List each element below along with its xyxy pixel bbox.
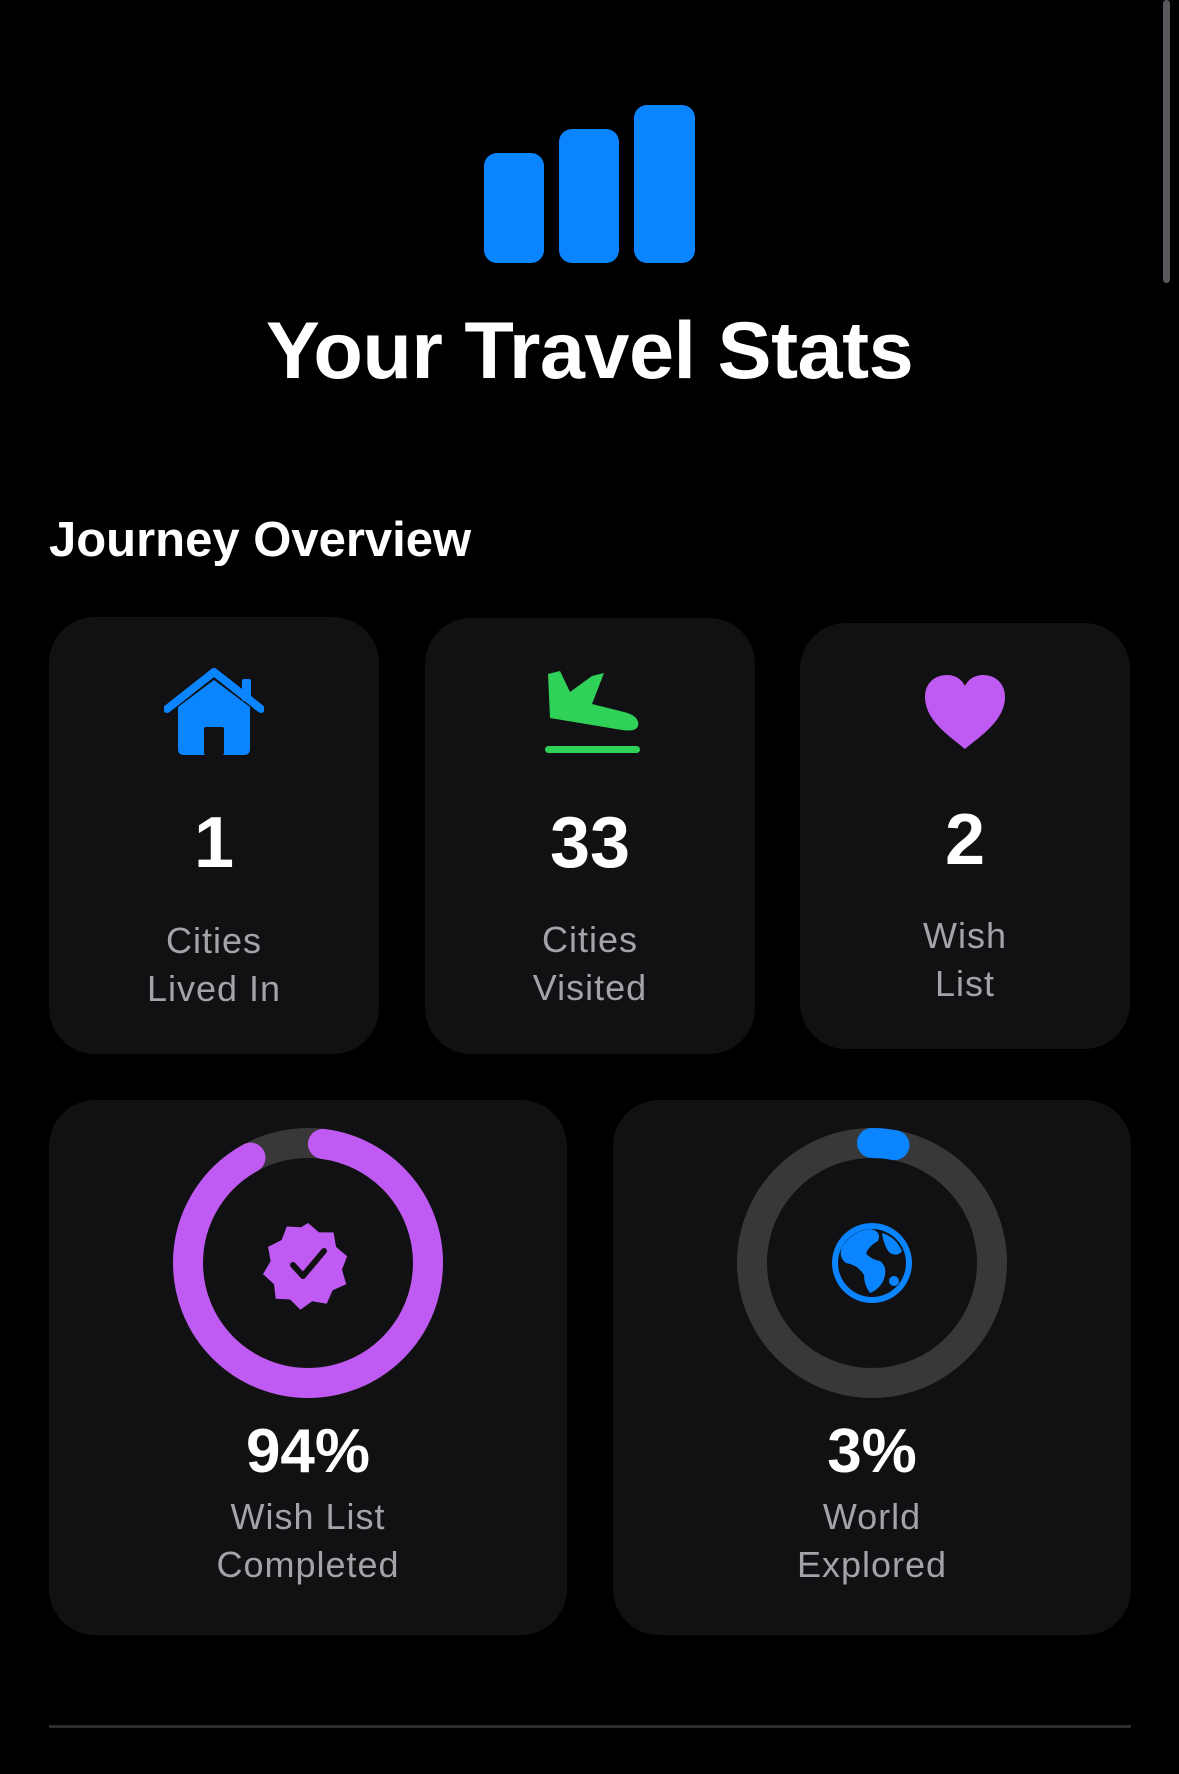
cities-visited-value: 33: [549, 803, 631, 883]
house-icon: [49, 667, 379, 757]
world-explored-value: 3%: [827, 1417, 917, 1486]
cities-lived-in-card[interactable]: 1 Cities Lived In: [49, 617, 379, 1054]
wish-list-completed-label-2: Completed: [216, 1544, 400, 1585]
wish-list-completed-value: 94%: [245, 1417, 371, 1486]
airplane-landing-icon: [425, 668, 755, 758]
cities-lived-in-label-1: Cities: [165, 920, 263, 961]
cities-visited-card[interactable]: 33 Cities Visited: [425, 618, 755, 1054]
heart-icon: [800, 673, 1130, 751]
wish-list-card[interactable]: 2 Wish List: [800, 623, 1130, 1049]
scrollbar[interactable]: [1163, 0, 1170, 283]
world-explored-label-2: Explored: [796, 1544, 948, 1585]
wish-list-label-1: Wish: [923, 915, 1007, 956]
cities-visited-label-1: Cities: [541, 919, 639, 960]
wish-list-completed-card[interactable]: 94% Wish List Completed: [49, 1100, 567, 1635]
cities-visited-label-2: Visited: [532, 967, 648, 1008]
travel-stats-screen: Your Travel Stats Journey Overview 1 Cit…: [0, 0, 1179, 1774]
wish-list-progress-ring: [173, 1128, 443, 1398]
cities-lived-in-label-2: Lived In: [146, 968, 282, 1009]
wish-list-value: 2: [944, 800, 986, 880]
world-explored-card[interactable]: 3% World Explored: [613, 1100, 1131, 1635]
globe-icon: [832, 1223, 912, 1303]
chart-bar-icon: [484, 105, 695, 263]
checkmark-seal-icon: [262, 1223, 348, 1310]
world-explored-label-1: World: [822, 1496, 922, 1537]
section-title: Journey Overview: [49, 513, 472, 567]
wish-list-completed-label-1: Wish List: [230, 1496, 386, 1537]
wish-list-label-2: List: [934, 963, 996, 1004]
page-title: Your Travel Stats: [265, 306, 914, 396]
cities-lived-in-value: 1: [193, 803, 235, 883]
world-explored-progress-ring: [737, 1128, 1007, 1398]
divider: [49, 1725, 1131, 1728]
